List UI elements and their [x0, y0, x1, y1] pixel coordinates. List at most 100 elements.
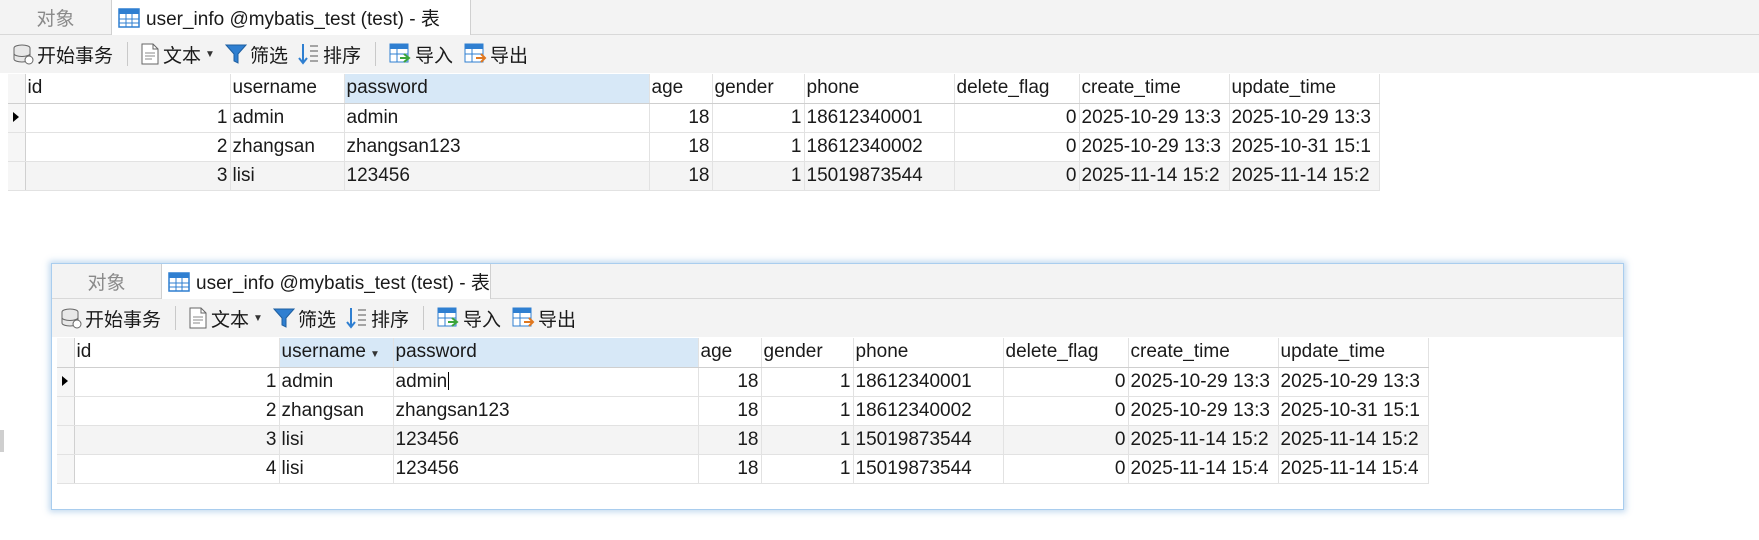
- cell-id[interactable]: 2: [25, 132, 231, 162]
- cell-create-time[interactable]: 2025-10-29 13:3: [1079, 103, 1230, 133]
- cell-gender[interactable]: 1: [761, 396, 854, 426]
- cell-delete-flag[interactable]: 0: [1003, 367, 1129, 397]
- column-header-phone[interactable]: phone: [804, 74, 955, 104]
- cell-id[interactable]: 1: [25, 103, 231, 133]
- column-header-gender[interactable]: gender: [712, 74, 805, 104]
- cell-create-time[interactable]: 2025-10-29 13:3: [1128, 367, 1279, 397]
- cell-username[interactable]: admin: [230, 103, 345, 133]
- cell-phone[interactable]: 15019873544: [804, 161, 955, 191]
- table-row[interactable]: 3 lisi 123456 18 1 15019873544 0 2025-11…: [57, 425, 1429, 455]
- column-header-password[interactable]: password: [344, 74, 650, 104]
- cell-password[interactable]: zhangsan123: [344, 132, 650, 162]
- table-row[interactable]: 4 lisi 123456 18 1 15019873544 0 2025-11…: [57, 454, 1429, 484]
- cell-phone[interactable]: 15019873544: [853, 425, 1004, 455]
- cell-update-time[interactable]: 2025-10-29 13:3: [1278, 367, 1429, 397]
- import-button[interactable]: 导入: [388, 35, 453, 73]
- cell-age[interactable]: 18: [698, 454, 762, 484]
- table-row[interactable]: 3 lisi 123456 18 1 15019873544 0 2025-11…: [8, 161, 1380, 191]
- column-header-username[interactable]: username: [230, 74, 345, 104]
- column-header-password[interactable]: password: [393, 338, 699, 368]
- table-row[interactable]: 2 zhangsan zhangsan123 18 1 18612340002 …: [8, 132, 1380, 162]
- column-header-phone[interactable]: phone: [853, 338, 1004, 368]
- cell-create-time[interactable]: 2025-11-14 15:2: [1079, 161, 1230, 191]
- table-row[interactable]: 2 zhangsan zhangsan123 18 1 18612340002 …: [57, 396, 1429, 426]
- column-header-age[interactable]: age: [698, 338, 762, 368]
- cell-create-time[interactable]: 2025-11-14 15:2: [1128, 425, 1279, 455]
- cell-id[interactable]: 1: [74, 367, 280, 397]
- cell-phone[interactable]: 18612340002: [853, 396, 1004, 426]
- cell-phone[interactable]: 18612340001: [804, 103, 955, 133]
- column-header-delete-flag[interactable]: delete_flag: [1003, 338, 1129, 368]
- cell-age[interactable]: 18: [698, 367, 762, 397]
- cell-password[interactable]: 123456: [344, 161, 650, 191]
- cell-username[interactable]: lisi: [279, 454, 394, 484]
- cell-id[interactable]: 4: [74, 454, 280, 484]
- cell-username[interactable]: admin: [279, 367, 394, 397]
- cell-gender[interactable]: 1: [712, 103, 805, 133]
- cell-update-time[interactable]: 2025-10-31 15:1: [1278, 396, 1429, 426]
- cell-gender[interactable]: 1: [712, 161, 805, 191]
- cell-password[interactable]: 123456: [393, 454, 699, 484]
- cell-username[interactable]: lisi: [230, 161, 345, 191]
- column-header-update-time[interactable]: update_time: [1278, 338, 1429, 368]
- column-header-id[interactable]: id: [74, 338, 280, 368]
- cell-create-time[interactable]: 2025-11-14 15:4: [1128, 454, 1279, 484]
- cell-age[interactable]: 18: [649, 161, 713, 191]
- cell-age[interactable]: 18: [698, 425, 762, 455]
- column-header-gender[interactable]: gender: [761, 338, 854, 368]
- sort-button[interactable]: 排序: [298, 35, 361, 73]
- table-row[interactable]: 1 admin admin 18 1 18612340001 0 2025-10…: [57, 367, 1429, 397]
- cell-id[interactable]: 3: [74, 425, 280, 455]
- cell-age[interactable]: 18: [698, 396, 762, 426]
- cell-password[interactable]: admin: [344, 103, 650, 133]
- text-button[interactable]: 文本 ▼: [188, 299, 263, 337]
- cell-delete-flag[interactable]: 0: [1003, 396, 1129, 426]
- column-header-update-time[interactable]: update_time: [1229, 74, 1380, 104]
- cell-phone[interactable]: 18612340001: [853, 367, 1004, 397]
- cell-delete-flag[interactable]: 0: [954, 132, 1080, 162]
- column-header-username[interactable]: username ▼: [279, 338, 394, 368]
- cell-age[interactable]: 18: [649, 132, 713, 162]
- cell-phone[interactable]: 18612340002: [804, 132, 955, 162]
- filter-button[interactable]: 筛选: [224, 35, 288, 73]
- cell-gender[interactable]: 1: [761, 454, 854, 484]
- cell-gender[interactable]: 1: [712, 132, 805, 162]
- cell-create-time[interactable]: 2025-10-29 13:3: [1079, 132, 1230, 162]
- table-row[interactable]: 1 admin admin 18 1 18612340001 0 2025-10…: [8, 103, 1380, 133]
- cell-id[interactable]: 3: [25, 161, 231, 191]
- cell-username[interactable]: zhangsan: [230, 132, 345, 162]
- cell-create-time[interactable]: 2025-10-29 13:3: [1128, 396, 1279, 426]
- cell-age[interactable]: 18: [649, 103, 713, 133]
- cell-update-time[interactable]: 2025-11-14 15:2: [1278, 425, 1429, 455]
- column-header-age[interactable]: age: [649, 74, 713, 104]
- cell-delete-flag[interactable]: 0: [1003, 425, 1129, 455]
- begin-transaction-button[interactable]: 开始事务: [12, 35, 113, 73]
- column-header-id[interactable]: id: [25, 74, 231, 104]
- cell-delete-flag[interactable]: 0: [954, 161, 1080, 191]
- cell-username[interactable]: lisi: [279, 425, 394, 455]
- cell-update-time[interactable]: 2025-11-14 15:2: [1229, 161, 1380, 191]
- column-header-create-time[interactable]: create_time: [1128, 338, 1279, 368]
- cell-password-editing[interactable]: admin: [393, 367, 699, 397]
- cell-delete-flag[interactable]: 0: [1003, 454, 1129, 484]
- cell-gender[interactable]: 1: [761, 425, 854, 455]
- cell-phone[interactable]: 15019873544: [853, 454, 1004, 484]
- tab-objects[interactable]: 对象: [52, 264, 162, 298]
- filter-button[interactable]: 筛选: [272, 299, 336, 337]
- cell-gender[interactable]: 1: [761, 367, 854, 397]
- sort-dropdown-icon[interactable]: ▼: [370, 349, 380, 360]
- column-header-create-time[interactable]: create_time: [1079, 74, 1230, 104]
- import-button[interactable]: 导入: [436, 299, 501, 337]
- column-header-delete-flag[interactable]: delete_flag: [954, 74, 1080, 104]
- cell-password[interactable]: 123456: [393, 425, 699, 455]
- cell-id[interactable]: 2: [74, 396, 280, 426]
- tab-user-info[interactable]: user_info @mybatis_test (test) - 表: [161, 264, 491, 299]
- cell-username[interactable]: zhangsan: [279, 396, 394, 426]
- tab-objects[interactable]: 对象: [0, 0, 112, 34]
- export-button[interactable]: 导出: [463, 35, 528, 73]
- cell-update-time[interactable]: 2025-11-14 15:4: [1278, 454, 1429, 484]
- cell-update-time[interactable]: 2025-10-31 15:1: [1229, 132, 1380, 162]
- tab-user-info[interactable]: user_info @mybatis_test (test) - 表: [111, 0, 471, 35]
- cell-delete-flag[interactable]: 0: [954, 103, 1080, 133]
- text-button[interactable]: 文本 ▼: [140, 35, 215, 73]
